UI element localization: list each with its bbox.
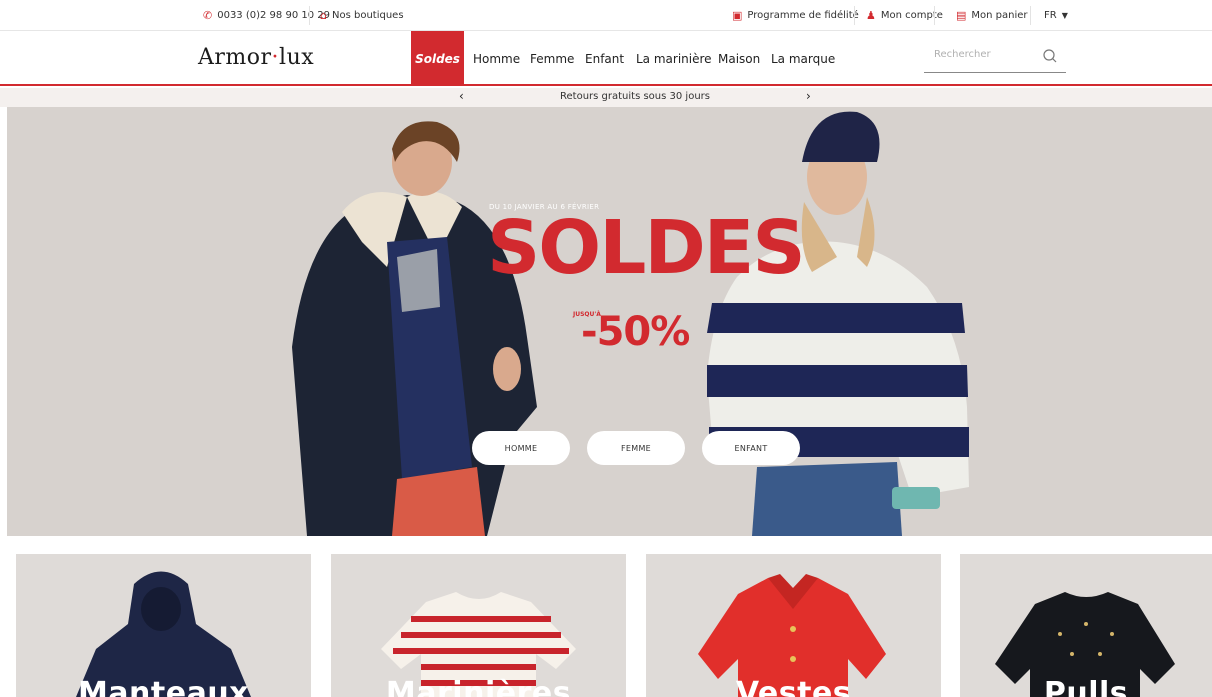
chevron-right-icon[interactable]: › [806,89,811,103]
nav-item-la-marque[interactable]: La marque [771,31,835,86]
cart-link[interactable]: ▤ Mon panier [956,0,1028,31]
loyalty-link[interactable]: ▣ Programme de fidélité [732,0,859,31]
gift-icon: ▣ [732,9,743,22]
hero-button-enfant[interactable]: ENFANT [702,431,800,465]
language-label: FR [1044,10,1057,21]
category-tile-vestes[interactable]: Vestes [646,554,941,697]
promo-message: Retours gratuits sous 30 jours [560,91,710,102]
divider [854,6,855,25]
user-icon: ♟ [866,9,876,22]
phone-number: 0033 (0)2 98 90 10 29 [217,10,330,21]
shops-label: Nos boutiques [331,10,404,21]
logo-dot: · [271,45,280,70]
nav-item-soldes[interactable]: Soldes [411,31,464,86]
category-label: Marinières [385,676,572,697]
category-tile-pulls[interactable]: Pulls [960,554,1212,697]
hero-discount: -50% [581,309,690,355]
main-navigation: Armor·lux Soldes Homme Femme Enfant La m… [0,31,1212,86]
nav-item-femme[interactable]: Femme [530,31,574,86]
category-tile-marinieres[interactable]: Marinières [331,554,626,697]
hero-button-homme[interactable]: HOMME [472,431,570,465]
nav-item-maison[interactable]: Maison [718,31,760,86]
nav-item-la-mariniere[interactable]: La marinière [636,31,712,86]
phone-link[interactable]: ✆ 0033 (0)2 98 90 10 29 [203,0,330,31]
logo-text-part2: lux [279,45,315,70]
category-label: Manteaux [77,676,250,697]
search-box [924,43,1066,73]
category-label: Pulls [1043,676,1129,697]
utility-bar: ✆ 0033 (0)2 98 90 10 29 ⌂ Nos boutiques … [0,0,1212,31]
phone-icon: ✆ [203,9,213,22]
logo-text-part1: Armor [198,45,272,70]
brand-logo[interactable]: Armor·lux [198,45,314,70]
divider [934,6,935,25]
divider [1030,6,1031,25]
account-link[interactable]: ♟ Mon compte [866,0,943,31]
nav-item-homme[interactable]: Homme [473,31,520,86]
cart-label: Mon panier [971,10,1028,21]
search-input[interactable] [934,49,1034,60]
category-label: Vestes [735,676,852,697]
hero-title: SOLDES [487,205,806,291]
loyalty-label: Programme de fidélité [747,10,859,21]
category-tile-manteaux[interactable]: Manteaux [16,554,311,697]
search-icon[interactable] [1042,48,1058,64]
promo-banner: ‹ Retours gratuits sous 30 jours › [0,88,1212,107]
hero-banner: DU 10 JANVIER AU 6 FÉVRIER SOLDES JUSQU'… [7,107,1212,536]
language-selector[interactable]: FR ▼ [1044,0,1068,31]
chevron-down-icon: ▼ [1061,11,1068,20]
bag-icon: ▤ [956,9,967,22]
store-icon: ⌂ [320,9,327,22]
nav-item-enfant[interactable]: Enfant [585,31,624,86]
divider [309,6,310,25]
hero-button-femme[interactable]: FEMME [587,431,685,465]
shops-link[interactable]: ⌂ Nos boutiques [320,0,404,31]
